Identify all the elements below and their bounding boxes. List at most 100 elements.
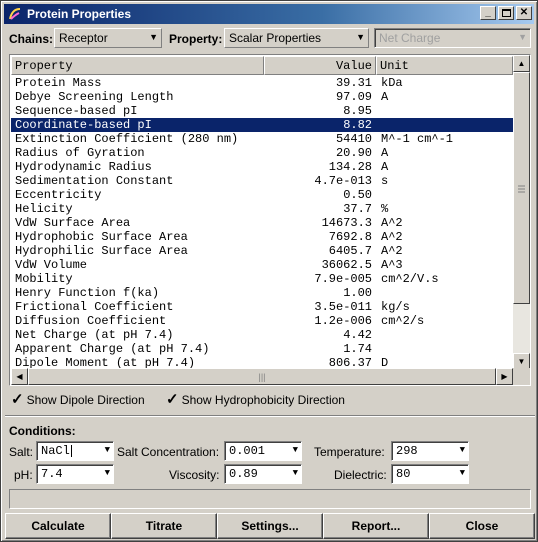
cell-unit [376, 286, 513, 300]
cell-property: Apparent Charge (at pH 7.4) [15, 342, 210, 356]
subproperty-dropdown[interactable]: Net Charge ▼ [374, 28, 531, 48]
table-row[interactable]: Mobility 7.9e-005 cm^2/V.s [11, 272, 513, 286]
cell-unit: kDa [381, 76, 403, 90]
table-row[interactable]: Net Charge (at pH 7.4) 4.42 [11, 328, 513, 342]
scroll-up-icon[interactable]: ▲ [513, 55, 530, 72]
calculate-button[interactable]: Calculate [5, 513, 111, 539]
table-row[interactable]: Hydrodynamic Radius 134.28 A [11, 160, 513, 174]
cell-property: VdW Surface Area [15, 216, 131, 230]
show-dipole-checkbox[interactable]: ✓ Show Dipole Direction [11, 392, 145, 407]
salt-dropdown[interactable]: NaCl ▼ [36, 441, 114, 461]
cell-property: Coordinate-based pI [15, 118, 152, 132]
temperature-dropdown[interactable]: 298 ▼ [391, 441, 469, 461]
settings-button[interactable]: Settings... [217, 513, 323, 539]
vertical-scroll-thumb[interactable] [513, 72, 530, 304]
column-header-value[interactable]: Value [264, 56, 376, 75]
cell-value: 1.74 [343, 342, 372, 356]
cell-property: Hydrophobic Surface Area [15, 230, 188, 244]
cell-value: 134.28 [328, 160, 372, 174]
table-row[interactable]: Protein Mass 39.31 kDa [11, 76, 513, 90]
table-row[interactable]: VdW Surface Area 14673.3 A^2 [11, 216, 513, 230]
cell-value: 4.7e-013 [314, 174, 372, 188]
cell-unit: M^-1 cm^-1 [381, 132, 454, 146]
window-title: Protein Properties [27, 7, 132, 21]
subproperty-value: Net Charge [379, 31, 441, 45]
cell-value: 8.95 [343, 104, 372, 118]
properties-table[interactable]: Property Value Unit Protein Mass 39.31 kDa… [9, 54, 531, 386]
cell-unit: A [381, 90, 389, 104]
cell-property: Hydrodynamic Radius [15, 160, 152, 174]
table-row[interactable]: Apparent Charge (at pH 7.4) 1.74 [11, 342, 513, 356]
table-row[interactable]: Sequence-based pI 8.95 [11, 104, 513, 118]
cell-value: 6405.7 [328, 244, 372, 258]
vertical-scrollbar[interactable]: ▲ ▼ [513, 55, 530, 370]
table-row[interactable]: Helicity 37.7% [11, 202, 513, 216]
table-row[interactable]: Debye Screening Length 97.09 A [11, 90, 513, 104]
ph-dropdown[interactable]: 7.4 ▼ [36, 464, 114, 484]
table-row[interactable]: Sedimentation Constant 4.7e-013 s [11, 174, 513, 188]
dielectric-dropdown[interactable]: 80 ▼ [391, 464, 469, 484]
cell-property: Hydrophilic Surface Area [15, 244, 188, 258]
cell-value: 39.31 [335, 76, 372, 90]
cell-unit [376, 342, 513, 356]
cell-property: Eccentricity [15, 188, 102, 202]
close-icon[interactable]: ✕ [516, 6, 532, 20]
horizontal-scroll-thumb[interactable]: ||| [28, 368, 496, 385]
titrate-button[interactable]: Titrate [111, 513, 217, 539]
cell-unit: A^3 [381, 258, 403, 272]
cell-value: 8.82 [343, 118, 372, 132]
chains-dropdown[interactable]: Receptor ▼ [54, 28, 162, 48]
title-bar[interactable]: Protein Properties _ ✕ [4, 4, 534, 24]
show-dipole-label: Show Dipole Direction [26, 392, 145, 407]
table-row[interactable]: Eccentricity 0.50 [11, 188, 513, 202]
viscosity-dropdown[interactable]: 0.89 ▼ [224, 464, 302, 484]
cell-value: 1.00 [343, 286, 372, 300]
salt-value: NaCl [41, 444, 70, 458]
ph-label: pH: [14, 468, 33, 482]
show-hydrophobicity-checkbox[interactable]: ✓ Show Hydrophobicity Direction [166, 392, 345, 407]
table-row[interactable]: Henry Function f(ka) 1.00 [11, 286, 513, 300]
cell-value: 14673.3 [321, 216, 372, 230]
scroll-left-icon[interactable]: ◀ [11, 368, 28, 385]
salt-concentration-dropdown[interactable]: 0.001 ▼ [224, 441, 302, 461]
viscosity-value: 0.89 [229, 467, 258, 481]
table-row[interactable]: Hydrophilic Surface Area 6405.7 A^2 [11, 244, 513, 258]
cell-property: Helicity [15, 202, 73, 216]
table-row[interactable]: Coordinate-based pI 8.82 [11, 118, 513, 132]
table-row[interactable]: Extinction Coefficient (280 nm) 54410 M^-1… [11, 132, 513, 146]
app-icon [7, 6, 23, 22]
table-row[interactable]: Diffusion Coefficient 1.2e-006 cm^2/s [11, 314, 513, 328]
cell-property: Debye Screening Length [15, 90, 174, 104]
horizontal-scrollbar[interactable]: ◀ ||| ▶ [11, 368, 514, 385]
scroll-right-icon[interactable]: ▶ [496, 368, 513, 385]
table-body: Protein Mass 39.31 kDa Debye Screening Leng… [11, 76, 513, 370]
cell-property: Protein Mass [15, 76, 102, 90]
report-button[interactable]: Report... [323, 513, 429, 539]
cell-property: Mobility [15, 272, 73, 286]
column-header-unit[interactable]: Unit [376, 56, 513, 75]
table-row[interactable]: Frictional Coefficient 3.5e-011 kg/s [11, 300, 513, 314]
close-button[interactable]: Close [429, 513, 535, 539]
cell-property: Extinction Coefficient (280 nm) [15, 132, 239, 146]
property-value: Scalar Properties [229, 31, 322, 45]
table-row[interactable]: Hydrophobic Surface Area 7692.8 A^2 [11, 230, 513, 244]
property-dropdown[interactable]: Scalar Properties ▼ [224, 28, 369, 48]
cell-value: 1.2e-006 [314, 314, 372, 328]
table-header: Property Value Unit [11, 56, 513, 75]
cell-unit [376, 104, 513, 118]
cell-value: 7.9e-005 [314, 272, 372, 286]
cell-value: 97.09 [335, 90, 372, 104]
chevron-down-icon: ▼ [459, 445, 465, 455]
column-header-property[interactable]: Property [11, 56, 264, 75]
maximize-icon[interactable] [498, 6, 514, 20]
minimize-icon[interactable]: _ [480, 6, 496, 20]
chains-value: Receptor [59, 31, 108, 45]
cell-unit: kg/s [381, 300, 410, 314]
table-row[interactable]: VdW Volume 36062.5 A^3 [11, 258, 513, 272]
cell-value: 20.90 [335, 146, 372, 160]
viscosity-label: Viscosity: [169, 468, 220, 482]
table-row[interactable]: Radius of Gyration 20.90 A [11, 146, 513, 160]
cell-unit: A^2 [381, 244, 403, 258]
chevron-down-icon: ▼ [292, 468, 298, 478]
dielectric-value: 80 [396, 467, 411, 481]
